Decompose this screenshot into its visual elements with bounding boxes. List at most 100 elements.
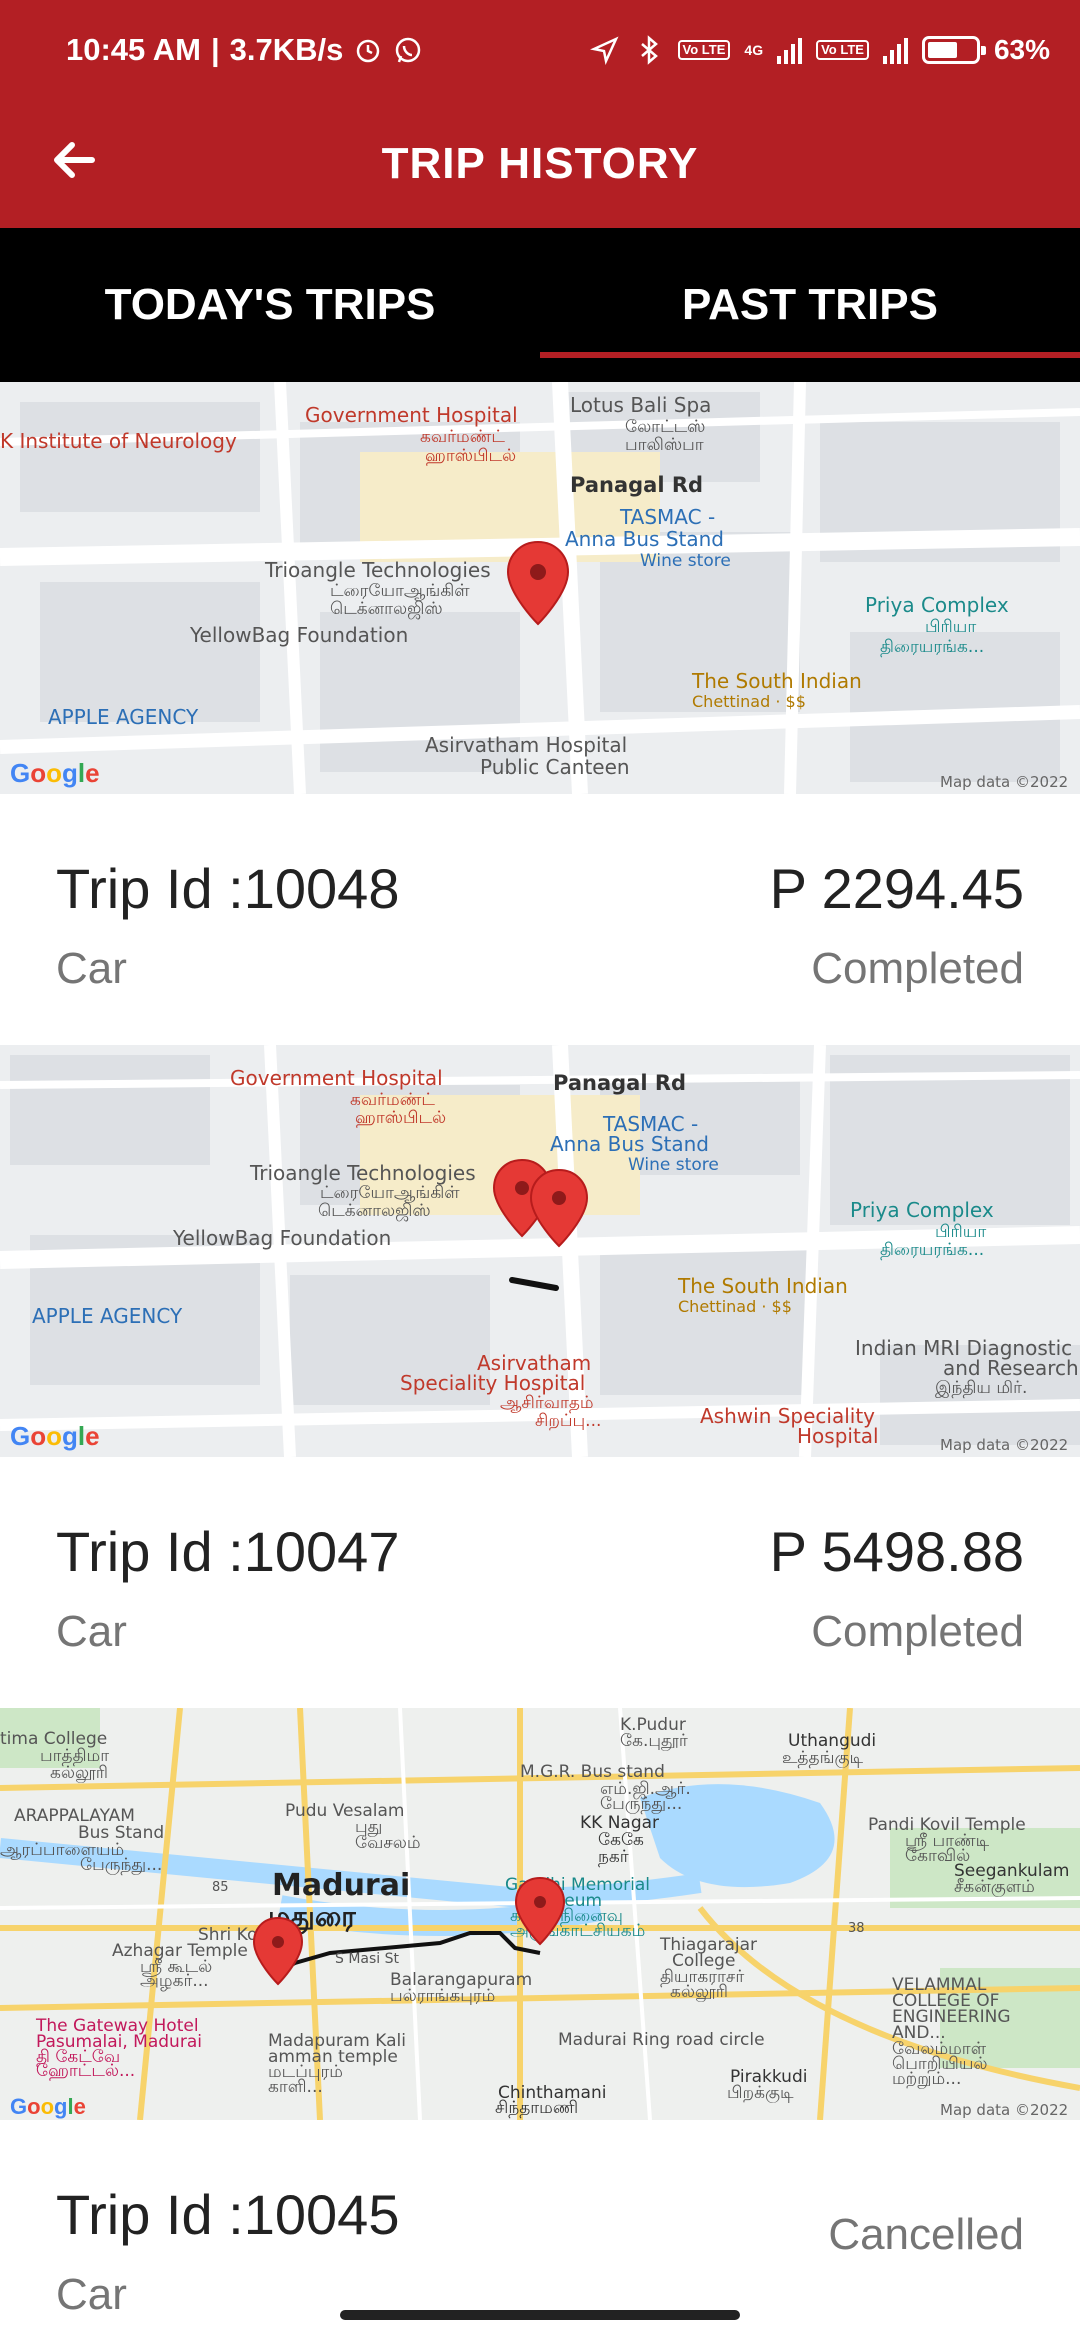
trip-card[interactable]: Government Hospital கவர்மண்ட் ஹாஸ்பிடல் … — [0, 1045, 1080, 1708]
trip-id: Trip Id :10048 — [56, 857, 400, 920]
svg-text:Chettinad · $$: Chettinad · $$ — [678, 1297, 792, 1316]
svg-text:கவர்மண்ட்: கவர்மண்ட் — [420, 427, 505, 447]
svg-text:கல்லூரி: கல்லூரி — [50, 1763, 108, 1783]
svg-text:Madurai: Madurai — [272, 1868, 410, 1903]
svg-text:Speciality Hospital: Speciality Hospital — [400, 1371, 585, 1395]
svg-text:Lotus Bali Spa: Lotus Bali Spa — [570, 393, 711, 417]
svg-text:Public Canteen: Public Canteen — [480, 755, 630, 779]
trip-info: Trip Id :10048 P 2294.45 Car Completed — [0, 794, 1080, 1045]
svg-text:சிந்தாமணி: சிந்தாமணி — [495, 2098, 578, 2118]
bluetooth-icon — [640, 35, 658, 65]
svg-text:Government Hospital: Government Hospital — [305, 403, 518, 427]
google-logo: Google — [10, 1421, 100, 1451]
google-logo: Google — [10, 758, 100, 788]
svg-text:ஆசிர்வாதம்: ஆசிர்வாதம் — [500, 1393, 594, 1413]
trip-map: Government Hospital கவர்மண்ட் ஹாஸ்பிடல் … — [0, 1045, 1080, 1457]
svg-text:Wine store: Wine store — [640, 551, 731, 571]
svg-text:ட்ரையோஆங்கிள்: ட்ரையோஆங்கிள் — [330, 581, 470, 601]
svg-text:Wine store: Wine store — [628, 1155, 719, 1175]
svg-text:APPLE AGENCY: APPLE AGENCY — [32, 1304, 183, 1328]
svg-text:பிரியா: பிரியா — [935, 1222, 986, 1242]
svg-text:நகர்: நகர் — [598, 1847, 629, 1867]
status-net-speed: 3.7KB/s — [229, 32, 344, 67]
svg-text:அழகர்...: அழகர்... — [140, 1971, 209, 1991]
trip-status: Completed — [811, 1607, 1024, 1656]
svg-text:பிரியா: பிரியா — [925, 617, 976, 637]
gesture-home-bar[interactable] — [340, 2310, 740, 2320]
svg-text:TASMAC -: TASMAC - — [619, 505, 715, 529]
svg-text:லோட்டஸ்: லோட்டஸ் — [625, 417, 705, 437]
trip-id: Trip Id :10047 — [56, 1520, 400, 1583]
svg-text:and Research: and Research — [943, 1356, 1079, 1380]
svg-text:The South Indian: The South Indian — [691, 669, 862, 693]
signal-icon — [777, 36, 803, 64]
trip-vehicle: Car — [56, 1607, 127, 1656]
svg-text:ஹாஸ்பிடல்: ஹாஸ்பிடல் — [355, 1108, 446, 1128]
volte-badge-1: Vo LTE — [677, 40, 731, 60]
svg-text:பிறக்குடி: பிறக்குடி — [727, 2083, 794, 2103]
svg-text:Panagal Rd: Panagal Rd — [553, 1071, 686, 1095]
trip-fare: P 5498.88 — [769, 1520, 1024, 1583]
battery-icon — [921, 36, 986, 64]
svg-text:Trioangle Technologies: Trioangle Technologies — [249, 1161, 476, 1185]
svg-text:Trioangle Technologies: Trioangle Technologies — [264, 558, 491, 582]
network-type: 4G — [744, 42, 764, 58]
trip-card[interactable]: Government Hospital கவர்மண்ட் ஹாஸ்பிடல் … — [0, 382, 1080, 1045]
svg-text:Asirvatham Hospital: Asirvatham Hospital — [425, 733, 627, 757]
trip-map: Government Hospital கவர்மண்ட் ஹாஸ்பிடல் … — [0, 382, 1080, 794]
svg-text:பாலிஸ்பா: பாலிஸ்பா — [625, 435, 704, 455]
svg-text:YellowBag Foundation: YellowBag Foundation — [189, 623, 408, 647]
svg-text:Priya Complex: Priya Complex — [865, 593, 1009, 617]
svg-text:சீகன்குளம்: சீகன்குளம் — [954, 1877, 1035, 1897]
whatsapp-icon — [396, 37, 421, 63]
svg-text:Madurai Ring road circle: Madurai Ring road circle — [558, 2030, 765, 2050]
trip-vehicle: Car — [56, 2270, 127, 2319]
svg-text:சிறப்பு...: சிறப்பு... — [535, 1411, 601, 1431]
trip-info: Trip Id :10045 Car Cancelled — [0, 2120, 1080, 2340]
back-arrow-icon[interactable] — [44, 130, 104, 190]
svg-text:பல்ராங்கபுரம்: பல்ராங்கபுரம் — [390, 1986, 495, 2006]
svg-text:Pudu Vesalam: Pudu Vesalam — [285, 1801, 404, 1821]
svg-text:38: 38 — [848, 1921, 865, 1936]
svg-text:வேசலம்: வேசலம் — [355, 1833, 421, 1853]
svg-text:பேருந்து...: பேருந்து... — [600, 1794, 682, 1814]
status-time: 10:45 AM — [66, 32, 201, 67]
battery-percent: 63% — [993, 34, 1050, 65]
svg-text:இந்திய மிர்.: இந்திய மிர். — [935, 1378, 1027, 1398]
trip-list: Government Hospital கவர்மண்ட் ஹாஸ்பிடல் … — [0, 382, 1080, 2340]
svg-text:Panagal Rd: Panagal Rd — [570, 473, 703, 497]
trip-info: Trip Id :10047 P 5498.88 Car Completed — [0, 1457, 1080, 1708]
svg-text:Anna Bus Stand: Anna Bus Stand — [565, 527, 724, 551]
svg-text:டெக்னாலஜிஸ்: டெக்னாலஜிஸ் — [318, 1201, 431, 1222]
tab-todays-trips[interactable]: TODAY'S TRIPS — [0, 228, 540, 382]
svg-text:மற்றும்...: மற்றும்... — [892, 2069, 961, 2089]
trip-id: Trip Id :10045 — [56, 2183, 400, 2246]
svg-text:Government Hospital: Government Hospital — [230, 1066, 443, 1090]
svg-text:Map data ©2022: Map data ©2022 — [940, 773, 1068, 791]
svg-text:கே.புதூர்: கே.புதூர் — [620, 1731, 688, 1751]
trip-map: K.Pudur கே.புதூர் Uthangudi உத்தங்குடி t… — [0, 1708, 1080, 2120]
signal-icon-2 — [882, 36, 908, 64]
trip-status: Cancelled — [828, 2210, 1024, 2259]
trip-fare: P 2294.45 — [769, 857, 1024, 920]
svg-text:YellowBag Foundation: YellowBag Foundation — [172, 1226, 391, 1250]
trip-status: Completed — [811, 944, 1024, 993]
trip-vehicle: Car — [56, 944, 127, 993]
svg-text:Priya Complex: Priya Complex — [850, 1198, 994, 1222]
app-bar: TRIP HISTORY — [0, 100, 1080, 228]
svg-text:Chettinad · $$: Chettinad · $$ — [692, 692, 806, 711]
google-logo: Google — [10, 2094, 86, 2119]
svg-text:The South Indian: The South Indian — [677, 1274, 848, 1298]
svg-text:85: 85 — [212, 1880, 229, 1895]
status-bar: 10:45 AM | 3.7KB/s Vo LTE 4G Vo LTE 63% — [0, 0, 1080, 100]
svg-text:கல்லூரி: கல்லூரி — [670, 1982, 728, 2002]
trip-card[interactable]: K.Pudur கே.புதூர் Uthangudi உத்தங்குடி t… — [0, 1708, 1080, 2340]
svg-text:Map data ©2022: Map data ©2022 — [940, 2101, 1068, 2119]
alarm-icon — [357, 39, 380, 63]
svg-text:Hospital: Hospital — [797, 1424, 879, 1448]
svg-text:உத்தங்குடி: உத்தங்குடி — [782, 1748, 863, 1768]
location-arrow-icon — [589, 36, 619, 65]
svg-text:Anna Bus Stand: Anna Bus Stand — [550, 1132, 709, 1156]
svg-text:K Institute of Neurology: K Institute of Neurology — [0, 429, 237, 453]
tab-past-trips[interactable]: PAST TRIPS — [540, 228, 1080, 382]
